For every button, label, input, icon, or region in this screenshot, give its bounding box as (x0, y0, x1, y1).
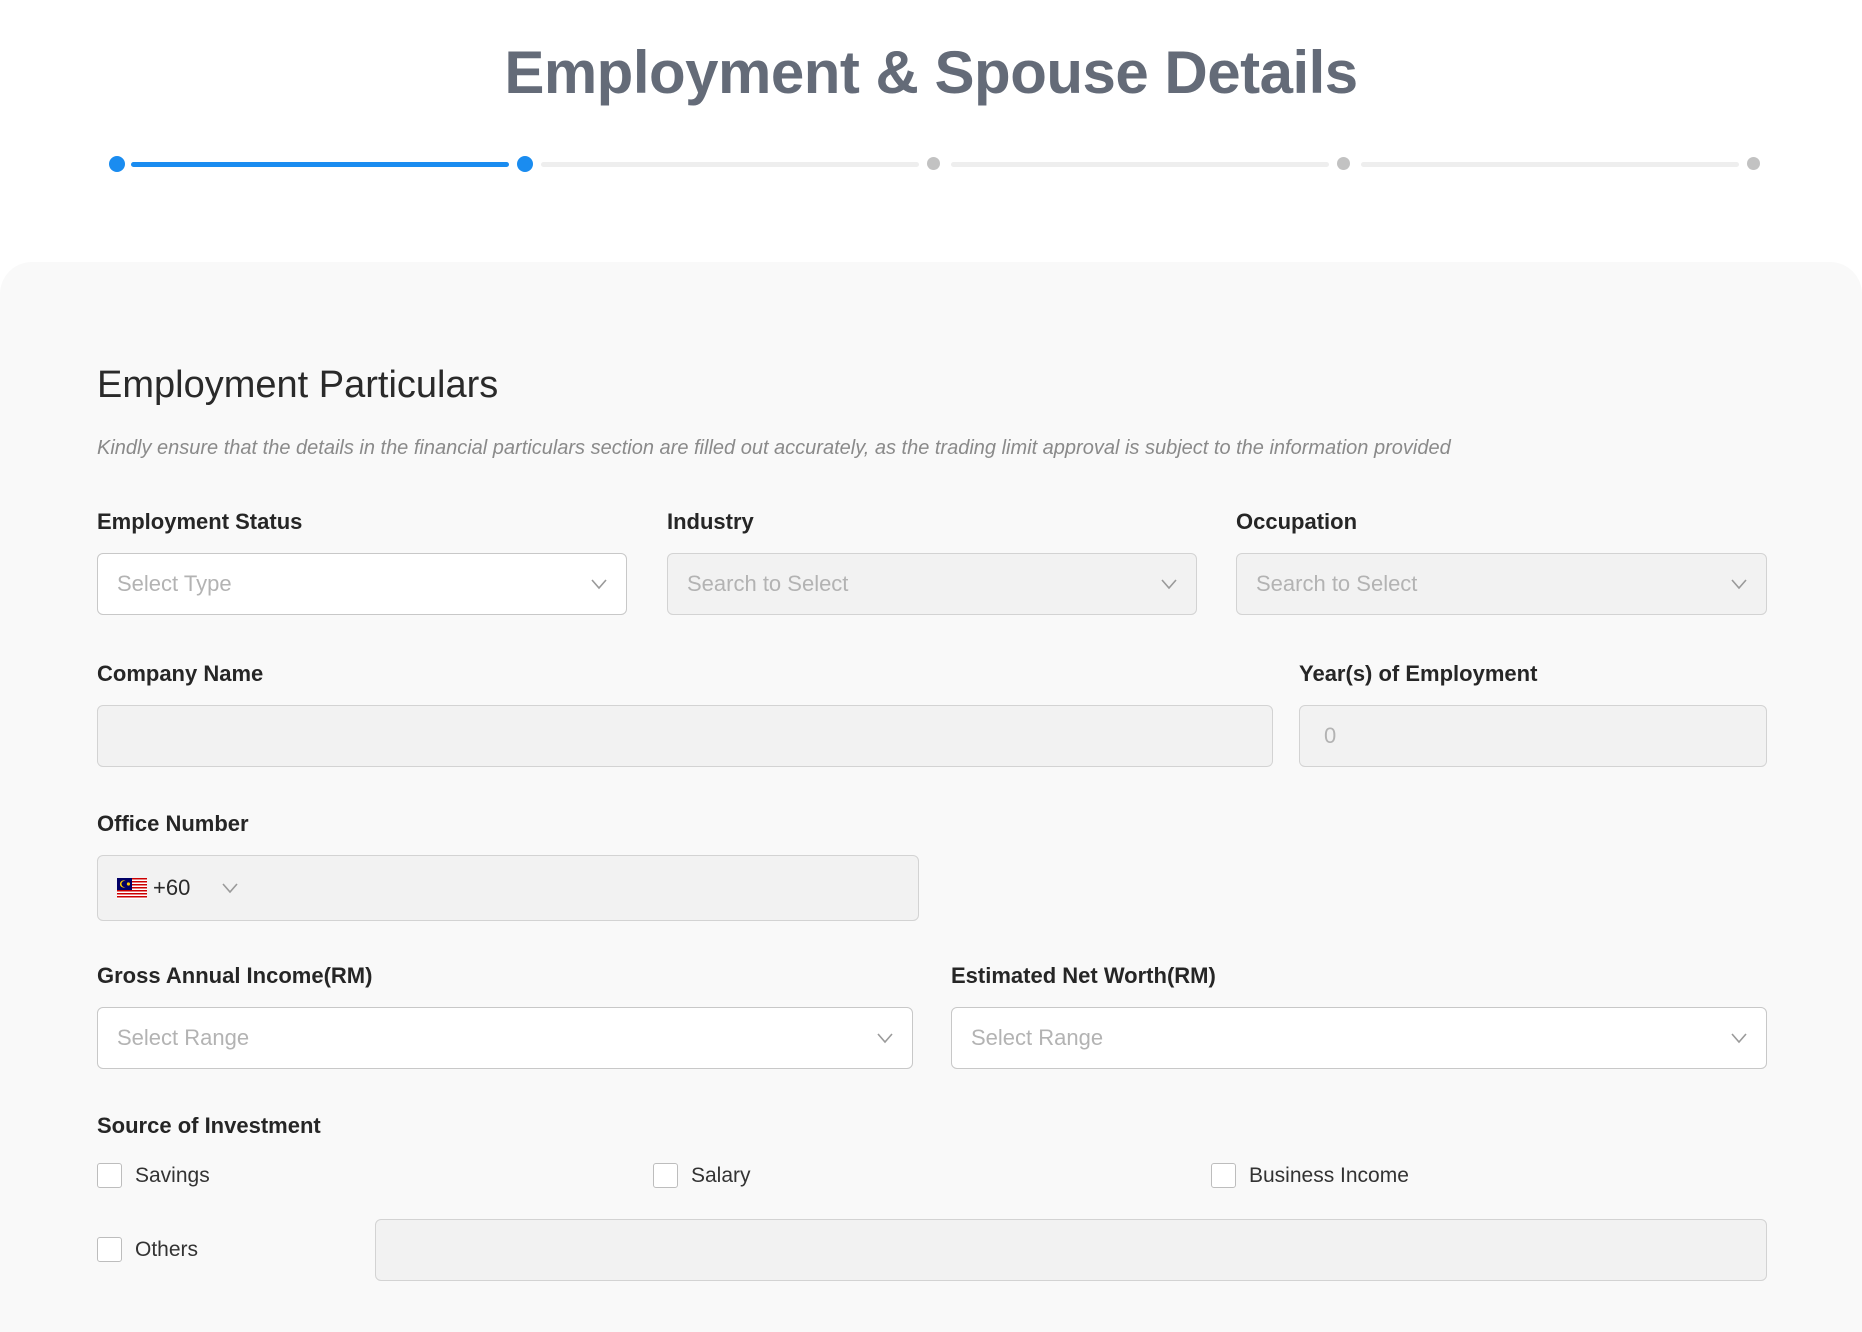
form-card (0, 262, 1862, 1332)
office-number-input[interactable]: +60 (97, 855, 919, 921)
step-dot-3 (927, 157, 940, 170)
years-of-employment-label: Year(s) of Employment (1299, 661, 1538, 686)
employment-status-label: Employment Status (97, 509, 303, 534)
company-name-input[interactable] (97, 705, 1273, 767)
chevron-down-icon (1729, 574, 1749, 594)
step-dot-1 (109, 156, 125, 172)
step-line-1 (131, 162, 509, 167)
checkbox-salary[interactable]: Salary (653, 1163, 751, 1188)
section-description: Kindly ensure that the details in the fi… (97, 437, 1451, 459)
step-dot-5 (1747, 157, 1760, 170)
chevron-down-icon[interactable] (220, 878, 240, 898)
office-number-label: Office Number (97, 811, 249, 836)
progress-stepper (109, 154, 1761, 174)
gross-annual-income-placeholder: Select Range (117, 1025, 250, 1050)
occupation-select[interactable]: Search to Select (1236, 553, 1767, 615)
gross-annual-income-select[interactable]: Select Range (97, 1007, 913, 1069)
estimated-net-worth-label: Estimated Net Worth(RM) (951, 963, 1216, 988)
chevron-down-icon (1729, 1028, 1749, 1048)
occupation-label: Occupation (1236, 509, 1358, 534)
industry-select[interactable]: Search to Select (667, 553, 1197, 615)
years-of-employment-input[interactable]: 0 (1299, 705, 1767, 767)
chevron-down-icon (875, 1028, 895, 1048)
company-name-label: Company Name (97, 661, 264, 686)
checkbox-label: Others (135, 1237, 199, 1261)
source-of-investment-label: Source of Investment (97, 1113, 321, 1138)
years-of-employment-placeholder: 0 (1324, 723, 1337, 748)
checkbox-box[interactable] (97, 1163, 122, 1188)
country-code[interactable]: +60 (153, 875, 190, 901)
others-input[interactable] (375, 1219, 1767, 1281)
checkbox-others[interactable]: Others (97, 1237, 198, 1262)
employment-status-select[interactable]: Select Type (97, 553, 627, 615)
checkbox-box[interactable] (97, 1237, 122, 1262)
checkbox-label: Salary (691, 1163, 751, 1187)
chevron-down-icon (589, 574, 609, 594)
gross-annual-income-label: Gross Annual Income(RM) (97, 963, 373, 988)
step-line-3 (951, 162, 1329, 167)
estimated-net-worth-select[interactable]: Select Range (951, 1007, 1767, 1069)
step-dot-2 (517, 156, 533, 172)
checkbox-box[interactable] (653, 1163, 678, 1188)
malaysia-flag-icon[interactable] (117, 877, 153, 899)
step-line-4 (1361, 162, 1739, 167)
page-title: Employment & Spouse Details (504, 39, 1358, 106)
checkbox-box[interactable] (1211, 1163, 1236, 1188)
step-dot-4 (1337, 157, 1350, 170)
checkbox-label: Business Income (1249, 1163, 1409, 1187)
occupation-placeholder: Search to Select (1256, 571, 1418, 596)
chevron-down-icon (1159, 574, 1179, 594)
checkbox-label: Savings (135, 1163, 210, 1187)
estimated-net-worth-placeholder: Select Range (971, 1025, 1104, 1050)
employment-status-placeholder: Select Type (117, 571, 232, 596)
step-line-2 (541, 162, 919, 167)
checkbox-business-income[interactable]: Business Income (1211, 1163, 1409, 1188)
industry-placeholder: Search to Select (687, 571, 849, 596)
industry-label: Industry (667, 509, 754, 534)
checkbox-savings[interactable]: Savings (97, 1163, 210, 1188)
section-title: Employment Particulars (97, 364, 499, 406)
